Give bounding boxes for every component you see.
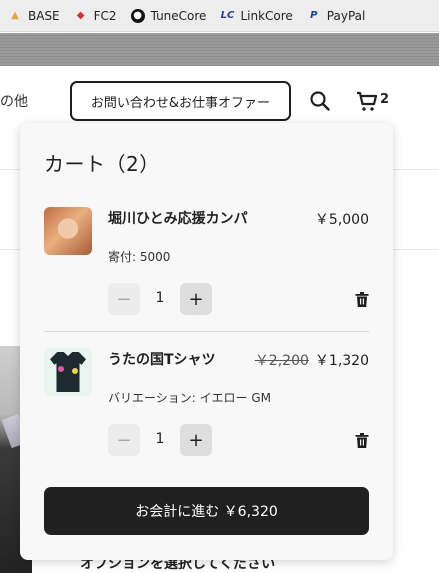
item-divider [44, 331, 369, 332]
item-thumbnail[interactable] [44, 348, 92, 396]
item-thumbnail[interactable] [44, 207, 92, 255]
bookmark-linkcore[interactable]: LC LinkCore [220, 8, 293, 23]
tunecore-icon: ● [130, 8, 145, 23]
bookmark-label: BASE [28, 8, 60, 23]
cart-count-badge: 2 [380, 92, 390, 107]
bookmark-paypal[interactable]: P PayPal [307, 8, 366, 23]
contact-offer-button[interactable]: お問い合わせ&お仕事オファー [70, 81, 291, 121]
decrease-quantity-button[interactable]: − [108, 283, 140, 315]
item-current-price: ￥5,000 [314, 212, 369, 228]
cart-popup: カート（2） 堀川ひとみ応援カンパ ￥5,000 寄付: 5000 − 1 + [20, 123, 393, 560]
bookmark-label: TuneCore [150, 8, 207, 23]
item-current-price: ￥1,320 [314, 353, 369, 369]
fc2-icon: ◆ [76, 10, 85, 21]
item-price: ￥5,000 [315, 209, 369, 229]
print-dot [72, 368, 78, 374]
bookmark-label: PayPal [326, 8, 366, 23]
quantity-value: 1 [155, 290, 165, 306]
increase-quantity-button[interactable]: + [180, 283, 212, 315]
item-variation: バリエーション: イエロー GM [108, 391, 271, 405]
cart-icon[interactable] [355, 89, 379, 113]
trash-icon[interactable] [355, 292, 369, 307]
quantity-value: 1 [155, 431, 165, 447]
bookmark-label: LinkCore [240, 8, 293, 23]
item-original-price: ￥2,200 [254, 353, 309, 369]
item-name[interactable]: うたの国Tシャツ [108, 349, 216, 369]
quantity-stepper: − 1 + [108, 283, 369, 315]
item-price: ￥2,200 ￥1,320 [255, 350, 369, 370]
decrease-quantity-button[interactable]: − [108, 424, 140, 456]
bookmarks-bar: ▲ BASE ◆ FC2 ● TuneCore LC LinkCore P Pa… [0, 0, 439, 32]
checkout-button[interactable]: お会計に進む ￥6,320 [44, 487, 369, 535]
paypal-icon: P [310, 10, 318, 21]
bookmark-label: FC2 [93, 8, 117, 23]
cart-item: うたの国Tシャツ ￥2,200 ￥1,320 バリエーション: イエロー GM −… [44, 348, 369, 458]
quantity-stepper: − 1 + [108, 424, 369, 456]
print-dot [58, 366, 64, 372]
trash-icon[interactable] [355, 433, 369, 448]
bookmark-base[interactable]: ▲ BASE [8, 9, 60, 23]
bookmark-fc2[interactable]: ◆ FC2 [74, 9, 117, 23]
cart-item: 堀川ひとみ応援カンパ ￥5,000 寄付: 5000 − 1 + [44, 207, 369, 317]
item-variation: 寄付: 5000 [108, 250, 171, 264]
search-icon[interactable] [309, 90, 331, 112]
item-name[interactable]: 堀川ひとみ応援カンパ [108, 208, 248, 228]
page-top-strip [0, 33, 439, 66]
base-icon: ▲ [11, 10, 19, 21]
bookmark-tunecore[interactable]: ● TuneCore [130, 8, 207, 23]
cart-title: カート（2） [44, 152, 160, 176]
linkcore-icon: LC [220, 10, 235, 21]
nav-item-other[interactable]: の他 [0, 91, 28, 111]
tshirt-image [50, 352, 86, 392]
increase-quantity-button[interactable]: + [180, 424, 212, 456]
